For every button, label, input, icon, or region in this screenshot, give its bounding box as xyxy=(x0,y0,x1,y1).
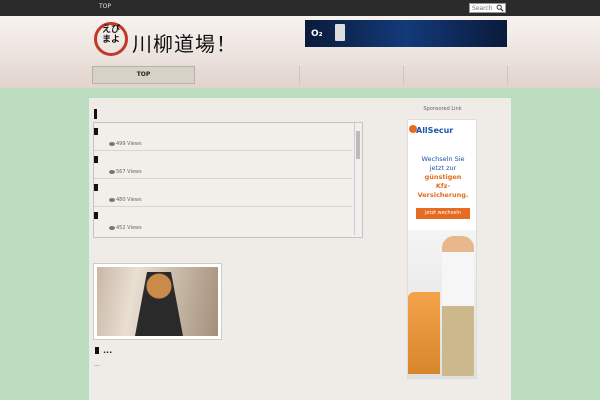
bullet-icon xyxy=(94,156,98,163)
view-count: 567 Views xyxy=(109,169,142,175)
list-item[interactable]: 452 Views xyxy=(94,207,352,234)
list-item[interactable]: 480 Views xyxy=(94,179,352,207)
man-graphic xyxy=(442,236,474,376)
sidebar-ad[interactable]: AllSecur Wechseln Sie jetzt zur günstige… xyxy=(407,119,477,379)
site-logo[interactable]: えびまよ 川柳道場！ xyxy=(92,22,252,60)
search-box[interactable] xyxy=(469,3,506,13)
seal-text: えびまよ xyxy=(101,25,120,45)
site-title: 川柳道場！ xyxy=(132,32,237,56)
header-ad-banner[interactable]: O₂ xyxy=(305,20,507,47)
list-item[interactable]: 567 Views xyxy=(94,151,352,179)
eye-icon xyxy=(109,225,115,230)
view-count: 499 Views xyxy=(109,141,142,147)
thumbnail-image xyxy=(97,267,218,336)
person-figure xyxy=(135,272,183,336)
ad-cta-button[interactable]: jetzt wechseln xyxy=(416,208,470,219)
list-item[interactable]: 499 Views xyxy=(94,123,352,151)
eye-icon xyxy=(109,169,115,174)
eye-icon xyxy=(109,197,115,202)
ad-brand: O₂ xyxy=(311,29,323,39)
list-scrollbar[interactable] xyxy=(354,123,361,235)
post-title[interactable]: ... xyxy=(95,346,112,355)
bullet-icon xyxy=(94,184,98,191)
ranking-list[interactable]: 499 Views 567 Views 480 Views 452 Views xyxy=(93,122,363,238)
main-nav: TOP xyxy=(0,60,600,88)
sponsored-label: Sponsored Link xyxy=(423,106,462,112)
ad-headline: Wechseln Sie jetzt zur günstigen Kfz-Ver… xyxy=(417,155,469,199)
ad-image xyxy=(408,230,476,378)
nav-item-empty[interactable] xyxy=(404,66,508,84)
nav-item-top[interactable]: TOP xyxy=(92,66,195,84)
section-marker-icon xyxy=(94,109,97,119)
scrollbar-thumb[interactable] xyxy=(356,131,360,159)
post-title-text: ... xyxy=(103,346,113,355)
post-excerpt: ... xyxy=(94,361,100,368)
search-input[interactable] xyxy=(472,4,496,12)
top-bar: TOP xyxy=(0,0,600,16)
post-thumbnail[interactable] xyxy=(93,263,222,340)
nav-item-label: TOP xyxy=(136,71,151,78)
view-count: 480 Views xyxy=(109,197,142,203)
search-icon[interactable] xyxy=(496,4,504,12)
car-graphic xyxy=(408,292,440,374)
view-count: 452 Views xyxy=(109,225,142,231)
bullet-icon xyxy=(95,347,99,354)
ad-brand-name: AllSecur xyxy=(416,126,454,135)
nav-item-empty[interactable] xyxy=(300,66,404,84)
bullet-icon xyxy=(94,128,98,135)
eye-icon xyxy=(109,141,115,146)
bullet-icon xyxy=(94,212,98,219)
top-link[interactable]: TOP xyxy=(99,3,111,10)
nav-item-empty[interactable] xyxy=(196,66,300,84)
site-header xyxy=(0,16,600,60)
sim-card-icon xyxy=(335,24,345,41)
